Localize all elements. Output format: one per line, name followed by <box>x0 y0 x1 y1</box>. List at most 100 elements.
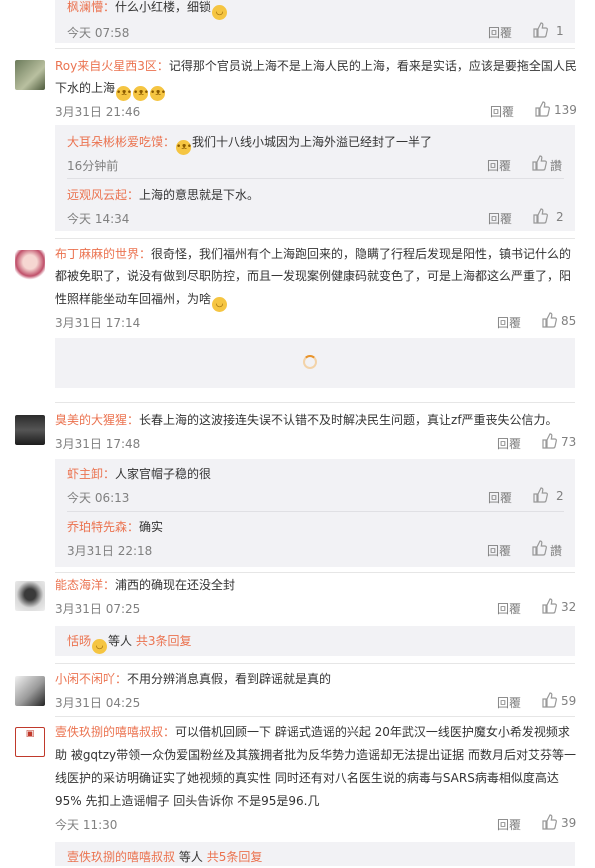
comment-body: 枫澜懵：什么小红楼，细锁 ◡ <box>67 0 228 20</box>
divider <box>67 511 564 512</box>
avatar[interactable] <box>15 676 45 706</box>
avatar[interactable] <box>15 250 45 280</box>
thumbs-up-icon <box>532 155 547 171</box>
comment-text: 助 被gqtzy带领一众伪爱国粉丝及其簇拥者批为反华势力造谣却无法提出证据 而数… <box>55 748 576 762</box>
timestamp: 今天 14:34 <box>67 212 130 226</box>
reply-button[interactable]: 回覆 <box>488 489 512 506</box>
more-replies-link[interactable]: 恬旸 ◡ 等人 共3条回复 <box>67 630 192 654</box>
username-link[interactable]: 壹佚玖捌的嘻嘻叔叔： <box>55 725 175 739</box>
avatar[interactable] <box>15 415 45 445</box>
thumbs-up-icon <box>533 487 548 503</box>
divider <box>55 238 575 239</box>
username-link[interactable]: 能态海洋： <box>55 578 115 592</box>
comment-body-line: 下水的上海•ᴥ••ᴥ••ᴥ• <box>55 77 166 101</box>
comment-text: 长春上海的这波接连失误不认错不及时解决民生问题，真让zf严重丧失公信力。 <box>139 413 558 427</box>
avatar[interactable]: ▣ <box>15 727 45 757</box>
reply-button[interactable]: 回覆 <box>488 24 512 41</box>
comment-text: 性照样能坐动车回福州，为啥 <box>55 292 212 306</box>
more-replies-mid: 等人 <box>108 634 133 648</box>
reply-text: 人家官帽子稳的很 <box>115 467 212 481</box>
reply-body: 乔珀特先森：确实 <box>67 516 163 538</box>
like-button[interactable] <box>534 101 550 117</box>
divider <box>55 48 575 49</box>
reply-button[interactable]: 回覆 <box>497 694 521 711</box>
like-count: 139 <box>554 103 577 117</box>
like-count: 2 <box>556 210 564 224</box>
username-link[interactable]: 大耳朵彬彬爱吃馍： <box>67 135 175 149</box>
timestamp: 3月31日 07:25 <box>55 602 141 616</box>
divider <box>55 663 575 664</box>
like-button[interactable] <box>532 208 548 224</box>
like-button[interactable] <box>531 155 547 171</box>
thumbs-up-icon <box>533 22 548 38</box>
reply-count-link[interactable]: 共5条回复 <box>207 850 263 864</box>
like-count: 2 <box>556 489 564 503</box>
comment-body-line: 95% 先扣上造谣帽子 回头告诉你 不是95是96.几 <box>55 790 319 812</box>
reply-button[interactable]: 回覆 <box>497 816 521 833</box>
timestamp: 今天 11:30 <box>55 818 118 832</box>
dog-emoji-icon: •ᴥ• <box>176 140 192 155</box>
timestamp: 今天 07:58 <box>67 26 130 40</box>
like-label[interactable]: 讚 <box>550 542 562 559</box>
like-button[interactable] <box>541 692 557 708</box>
reply-button[interactable]: 回覆 <box>488 210 512 227</box>
username-link[interactable]: 小闲不闲吖： <box>55 672 127 686</box>
comment-text: 不用分辨消息真假，看到辟谣就是真的 <box>127 672 332 686</box>
comment-body: 小闲不闲吖：不用分辨消息真假，看到辟谣就是真的 <box>55 668 331 690</box>
laughing-emoji-icon: ◡ <box>212 297 228 312</box>
reply-text: 确实 <box>139 520 164 534</box>
like-button[interactable] <box>532 487 548 503</box>
like-count: 85 <box>561 314 577 328</box>
like-count: 73 <box>561 435 577 449</box>
reply-button[interactable]: 回覆 <box>497 435 521 452</box>
more-replies-link[interactable]: 壹佚玖捌的嘻嘻叔叔 等人 共5条回复 <box>67 846 262 868</box>
username-link[interactable]: 乔珀特先森： <box>67 520 139 534</box>
like-count: 59 <box>561 694 577 708</box>
comment-text: 都被免职了，说没有做到尽职防控，而且一发现案例健康码就变色了，可是上海都这么严重… <box>55 269 572 283</box>
reply-button[interactable]: 回覆 <box>487 157 511 174</box>
divider <box>55 716 575 717</box>
comment-text: 记得那个官员说上海不是上海人民的上海，看来是实话，应该是要拖全国人民 <box>168 59 577 73</box>
like-count: 1 <box>556 24 564 38</box>
like-button[interactable] <box>541 814 557 830</box>
username-link[interactable]: 壹佚玖捌的嘻嘻叔叔 <box>67 850 175 864</box>
like-count: 39 <box>561 816 577 830</box>
like-button[interactable] <box>541 598 557 614</box>
reply-button[interactable]: 回覆 <box>487 542 511 559</box>
username-link[interactable]: 布丁麻麻的世界： <box>55 247 151 261</box>
reply-button[interactable]: 回覆 <box>497 314 521 331</box>
like-button[interactable] <box>541 312 557 328</box>
reply-button[interactable]: 回覆 <box>490 103 514 120</box>
like-button[interactable] <box>531 540 547 556</box>
username-link[interactable]: 枫澜懵： <box>67 0 115 14</box>
divider <box>67 178 564 179</box>
comment-body: 臭美的大猩猩：长春上海的这波接连失误不认错不及时解决民生问题，真让zf严重丧失公… <box>55 409 558 431</box>
avatar[interactable] <box>15 581 45 611</box>
comment-body-line: 助 被gqtzy带领一众伪爱国粉丝及其簇拥者批为反华势力造谣却无法提出证据 而数… <box>55 744 576 766</box>
like-label[interactable]: 讚 <box>550 157 562 174</box>
username-link[interactable]: 恬旸 <box>67 634 91 648</box>
like-button[interactable] <box>541 433 557 449</box>
thumbs-up-icon <box>533 208 548 224</box>
avatar[interactable] <box>15 60 45 90</box>
dog-emoji-icon: •ᴥ• <box>150 86 166 101</box>
username-link[interactable]: Roy来自火星西3区： <box>55 59 169 73</box>
divider <box>55 402 575 403</box>
comment-body-line: 都被免职了，说没有做到尽职防控，而且一发现案例健康码就变色了，可是上海都这么严重… <box>55 265 571 287</box>
comment-text: 95% 先扣上造谣帽子 回头告诉你 不是95是96.几 <box>55 794 320 808</box>
comment-text: 很奇怪，我们福州有个上海跑回来的，隐瞒了行程后发现是阳性，镇书记什么的 <box>151 247 572 261</box>
username-link[interactable]: 虾主卸： <box>67 467 115 481</box>
thumbs-up-icon <box>542 433 557 449</box>
comment-text: 可以借机回顾一下 辟谣式造谣的兴起 20年武汉一线医护魔女小希发视频求 <box>175 725 570 739</box>
username-link[interactable]: 远观风云起： <box>67 188 139 202</box>
username-link[interactable]: 臭美的大猩猩： <box>55 413 139 427</box>
timestamp: 3月31日 22:18 <box>67 544 153 558</box>
like-button[interactable] <box>532 22 548 38</box>
thumbs-up-icon <box>542 312 557 328</box>
timestamp: 3月31日 21:46 <box>55 105 141 119</box>
reply-count-link[interactable]: 共3条回复 <box>136 634 192 648</box>
loading-spinner-icon <box>303 355 317 369</box>
comment-text: 下水的上海 <box>55 81 116 95</box>
comment-body-line: 性照样能坐动车回福州，为啥 ◡ <box>55 288 228 312</box>
reply-button[interactable]: 回覆 <box>497 600 521 617</box>
